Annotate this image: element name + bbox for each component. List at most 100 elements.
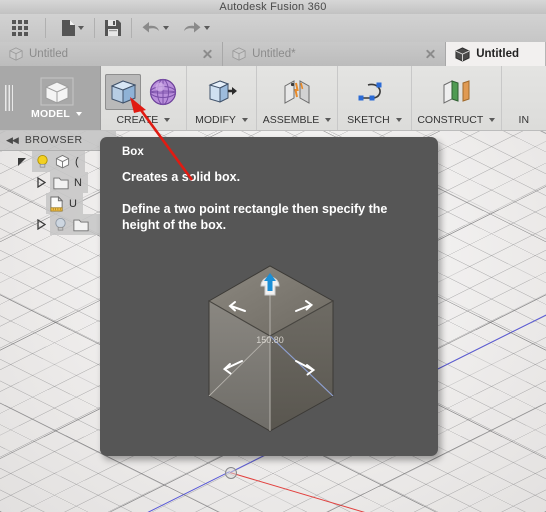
redo-icon <box>184 22 201 33</box>
box-icon <box>111 79 137 104</box>
panel-icons <box>279 69 315 114</box>
document-tab-1[interactable]: Untitled <box>0 42 224 66</box>
close-icon[interactable] <box>425 49 436 60</box>
row-content: U <box>46 193 83 214</box>
x-axis-line <box>229 472 546 512</box>
box-command-tooltip: Box Creates a solid box. Define a two po… <box>100 137 438 456</box>
chevron-down-icon[interactable] <box>241 118 248 122</box>
ribbon-toolbar: MODEL CREATE MODIFY ASSEMBLE SKETCH CONS… <box>0 66 546 131</box>
panel-label-inspect[interactable]: IN <box>519 114 530 130</box>
chevron-down-icon[interactable] <box>204 26 210 30</box>
press-pull-icon <box>208 79 237 103</box>
lightbulb-off-icon <box>55 217 66 231</box>
save-icon <box>105 20 121 36</box>
origin-point-marker <box>225 467 237 479</box>
row-content: N <box>50 172 88 193</box>
undo-button[interactable] <box>138 16 173 40</box>
save-button[interactable] <box>101 16 125 40</box>
chevron-down-icon[interactable] <box>489 118 496 122</box>
panel-icons <box>105 69 181 114</box>
close-icon[interactable] <box>202 49 213 60</box>
new-file-button[interactable] <box>58 16 88 40</box>
tooltip-detail: Define a two point rectangle then specif… <box>122 202 388 232</box>
spline-icon <box>358 82 382 100</box>
tooltip-title: Box <box>122 146 144 158</box>
grid-icon <box>12 19 28 36</box>
panel-icons <box>438 69 474 114</box>
undo-icon <box>142 22 159 33</box>
y-axis-line-negative <box>23 471 230 512</box>
ribbon-panel-construct: CONSTRUCT <box>412 66 502 130</box>
offset-plane-icon <box>443 79 470 104</box>
tab-label: Untitled <box>476 48 519 60</box>
double-chevron-left-icon[interactable]: ◀◀ <box>6 135 19 146</box>
ribbon-panel-sketch: SKETCH <box>338 66 413 130</box>
ribbon-panel-create: CREATE <box>101 66 187 130</box>
row-label: N <box>74 176 82 189</box>
chevron-down-icon[interactable] <box>164 118 171 122</box>
expander-triangle-right-icon[interactable] <box>34 177 46 188</box>
lightbulb-on-icon <box>37 154 48 168</box>
app-grid-button[interactable] <box>8 16 33 40</box>
chevron-down-icon[interactable] <box>325 118 332 122</box>
ribbon-panel-assemble: ASSEMBLE <box>257 66 338 130</box>
expander-triangle-down-icon[interactable] <box>16 156 28 167</box>
document-cube-icon <box>9 47 23 61</box>
ribbon-drag-handle[interactable] <box>5 85 13 111</box>
panel-icons <box>356 69 392 114</box>
panel-label-construct[interactable]: CONSTRUCT <box>417 114 496 130</box>
folder-icon <box>73 219 89 231</box>
workspace-label: MODEL <box>31 108 82 120</box>
sketch-spline-button[interactable] <box>356 74 392 110</box>
expander-triangle-right-icon[interactable] <box>34 219 46 230</box>
quick-access-toolbar <box>0 14 546 43</box>
window-title-bar: Autodesk Fusion 360 <box>0 0 546 15</box>
toolbar-divider-1 <box>45 18 46 38</box>
chevron-down-icon[interactable] <box>163 26 169 30</box>
browser-header: ◀◀ BROWSER <box>0 130 116 151</box>
panel-label-create[interactable]: CREATE <box>116 114 171 130</box>
row-content: ( <box>32 151 85 172</box>
file-icon <box>62 20 75 36</box>
tab-label: Untitled* <box>252 48 296 60</box>
toolbar-divider-3 <box>131 18 132 38</box>
row-content <box>50 214 100 235</box>
fusion360-window: Autodesk Fusion 360 Untitled Untitled* U… <box>0 0 546 512</box>
joint-icon <box>284 79 310 104</box>
panel-label-assemble[interactable]: ASSEMBLE <box>263 114 332 130</box>
document-tab-3-active[interactable]: Untitled <box>446 42 546 66</box>
chevron-down-icon[interactable] <box>395 118 402 122</box>
panel-label-sketch[interactable]: SKETCH <box>347 114 402 130</box>
workspace-selector-model[interactable]: MODEL <box>13 66 100 130</box>
panel-label-modify[interactable]: MODIFY <box>195 114 248 130</box>
toolbar-divider-2 <box>94 18 95 38</box>
chevron-down-icon[interactable] <box>78 26 84 30</box>
construct-offset-plane-button[interactable] <box>438 74 474 110</box>
ribbon-panel-modify: MODIFY <box>187 66 258 130</box>
redo-button[interactable] <box>179 16 214 40</box>
workspace-block: MODEL <box>0 66 101 130</box>
dimension-label: 150.80 <box>256 335 284 345</box>
create-box-button[interactable] <box>105 73 142 110</box>
tooltip-summary: Creates a solid box. <box>122 170 241 184</box>
document-ruler-icon <box>50 195 64 211</box>
document-cube-icon <box>232 47 246 61</box>
row-label: U <box>69 197 77 210</box>
document-tab-bar: Untitled Untitled* Untitled <box>0 42 546 67</box>
sphere-icon <box>150 78 177 105</box>
chevron-down-icon[interactable] <box>75 111 82 116</box>
model-cube-icon <box>40 77 73 105</box>
box-preview-illustration: 150.80 <box>100 256 438 456</box>
ribbon-panel-inspect: IN <box>502 66 546 130</box>
component-cube-icon <box>55 154 70 169</box>
document-tab-2[interactable]: Untitled* <box>223 42 447 66</box>
row-label: ( <box>75 155 79 168</box>
browser-title: BROWSER <box>24 134 83 146</box>
document-cube-icon <box>455 46 470 62</box>
assemble-joint-button[interactable] <box>279 74 315 110</box>
modify-press-pull-button[interactable] <box>204 74 240 110</box>
panel-icons <box>204 69 240 114</box>
window-title: Autodesk Fusion 360 <box>219 0 327 13</box>
tab-label: Untitled <box>29 48 68 60</box>
create-sphere-button[interactable] <box>145 74 181 110</box>
